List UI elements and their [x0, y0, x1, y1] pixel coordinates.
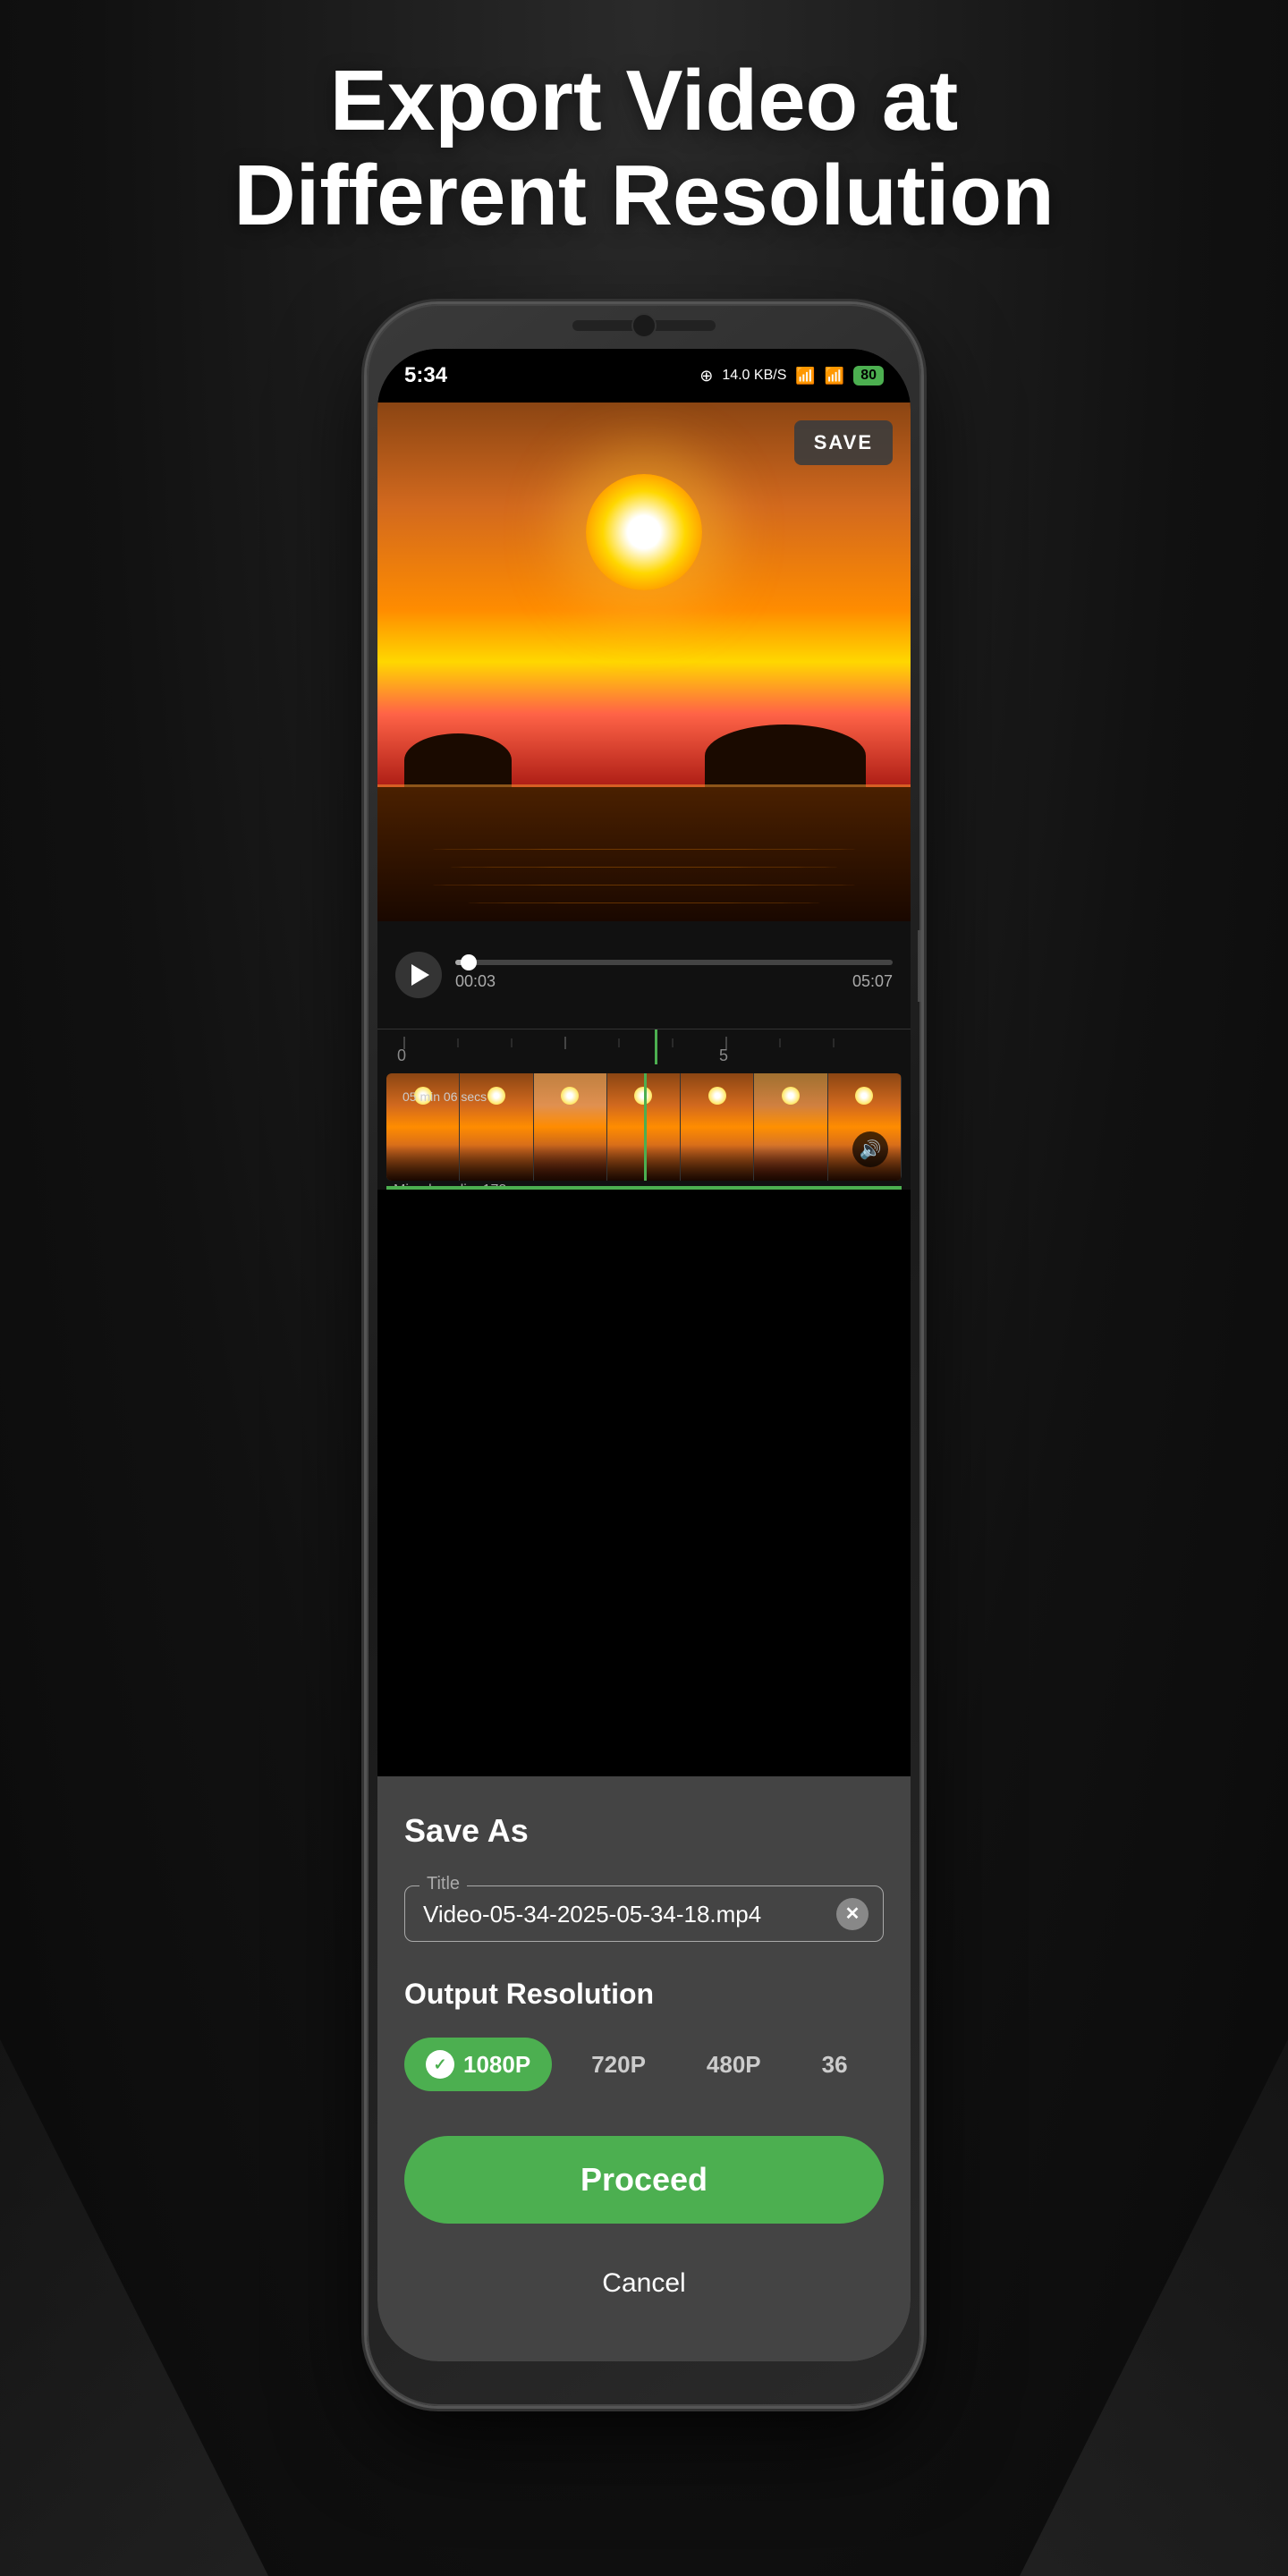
cancel-button[interactable]: Cancel [404, 2250, 884, 2317]
frame-sea-2 [460, 1145, 532, 1181]
frame-sea-6 [754, 1145, 826, 1181]
ripple-3 [431, 885, 857, 886]
resolution-360p[interactable]: 36 [801, 2038, 869, 2091]
phone-camera [631, 313, 657, 338]
frame-sun-7 [855, 1087, 873, 1105]
output-resolution-label: Output Resolution [404, 1978, 884, 2011]
page-title: Export Video at Different Resolution [0, 54, 1288, 242]
status-time: 5:34 [404, 363, 447, 388]
current-time: 00:03 [455, 972, 496, 991]
phone-screen: 5:34 ⊕ 14.0 KB/S 📶 📶 80 [377, 349, 911, 2361]
timeline-ruler: 0 5 [377, 1029, 911, 1064]
progress-section: 00:03 05:07 [455, 960, 893, 991]
video-controls: 00:03 05:07 [377, 921, 911, 1029]
filmstrip-duration: 05 min 06 secs [402, 1089, 487, 1104]
filmstrip-cursor [644, 1073, 647, 1181]
save-as-title: Save As [404, 1812, 884, 1850]
phone-mockup: 5:34 ⊕ 14.0 KB/S 📶 📶 80 [367, 304, 921, 2406]
audio-icon-symbol: 🔊 [860, 1139, 882, 1161]
proceed-button[interactable]: Proceed [404, 2136, 884, 2224]
film-frame-3 [534, 1073, 607, 1181]
filename-text: Video-05-34-2025-05-34-18.mp4 [423, 1901, 761, 1928]
frame-sun-5 [708, 1087, 726, 1105]
label-480p: 480P [707, 2051, 761, 2079]
status-bar: 5:34 ⊕ 14.0 KB/S 📶 📶 80 [377, 349, 911, 402]
filmstrip-area: 🔊 05 min 06 secs Mixed_audio_173... [377, 1064, 911, 1190]
water-reflection [377, 787, 911, 921]
title-input-label: Title [419, 1874, 467, 1894]
clear-filename-button[interactable]: ✕ [836, 1898, 869, 1930]
resolution-options: ✓ 1080P 720P 480P 36 [404, 2038, 884, 2091]
timeline-cursor [655, 1030, 657, 1064]
label-360p: 36 [822, 2051, 848, 2079]
audio-bar [386, 1186, 902, 1190]
ripple-1 [431, 849, 857, 850]
sunset-sun [586, 474, 702, 590]
island-right [705, 724, 866, 787]
phone-side-button [918, 930, 921, 1002]
island-left [404, 733, 512, 787]
frame-sun-6 [782, 1087, 800, 1105]
filmstrip: 🔊 05 min 06 secs [386, 1073, 902, 1181]
title-input-wrapper: Title Video-05-34-2025-05-34-18.mp4 ✕ [404, 1885, 884, 1942]
total-time: 05:07 [852, 972, 893, 991]
frame-sun-3 [561, 1087, 579, 1105]
frame-sea-5 [681, 1145, 753, 1181]
label-1080p: 1080P [463, 2051, 530, 2079]
timeline-ticks: 0 5 [377, 1030, 911, 1064]
audio-icon: 🔊 [852, 1131, 888, 1167]
save-as-dialog: Save As Title Video-05-34-2025-05-34-18.… [377, 1776, 911, 2361]
data-speed: 14.0 KB/S [722, 368, 786, 384]
film-frame-6 [754, 1073, 827, 1181]
resolution-720p[interactable]: 720P [570, 2038, 667, 2091]
film-frame-5 [681, 1073, 754, 1181]
timeline-label-5: 5 [719, 1046, 728, 1064]
play-button[interactable] [395, 952, 442, 998]
video-player: SAVE [377, 402, 911, 921]
time-labels: 00:03 05:07 [455, 972, 893, 991]
frame-sea-3 [534, 1145, 606, 1181]
save-button[interactable]: SAVE [794, 420, 893, 465]
status-icons: ⊕ 14.0 KB/S 📶 📶 80 [699, 366, 884, 386]
ripple-4 [467, 902, 821, 903]
frame-sun-2 [487, 1087, 505, 1105]
resolution-1080p[interactable]: ✓ 1080P [404, 2038, 552, 2091]
frame-sea-1 [386, 1145, 459, 1181]
wifi-icon: 📶 [795, 367, 815, 386]
progress-thumb [461, 954, 477, 970]
resolution-480p[interactable]: 480P [685, 2038, 783, 2091]
progress-bar[interactable] [455, 960, 893, 965]
title-input-field[interactable]: Video-05-34-2025-05-34-18.mp4 [423, 1901, 865, 1928]
battery-indicator: 80 [853, 366, 884, 386]
phone-frame: 5:34 ⊕ 14.0 KB/S 📶 📶 80 [367, 304, 921, 2406]
play-icon [411, 964, 429, 986]
signal-icon: 📶 [825, 367, 844, 386]
ripple-2 [449, 867, 839, 868]
bluetooth-icon: ⊕ [699, 367, 713, 386]
timeline-label-0: 0 [397, 1046, 406, 1064]
label-720p: 720P [591, 2051, 646, 2079]
check-1080p: ✓ [426, 2050, 454, 2079]
